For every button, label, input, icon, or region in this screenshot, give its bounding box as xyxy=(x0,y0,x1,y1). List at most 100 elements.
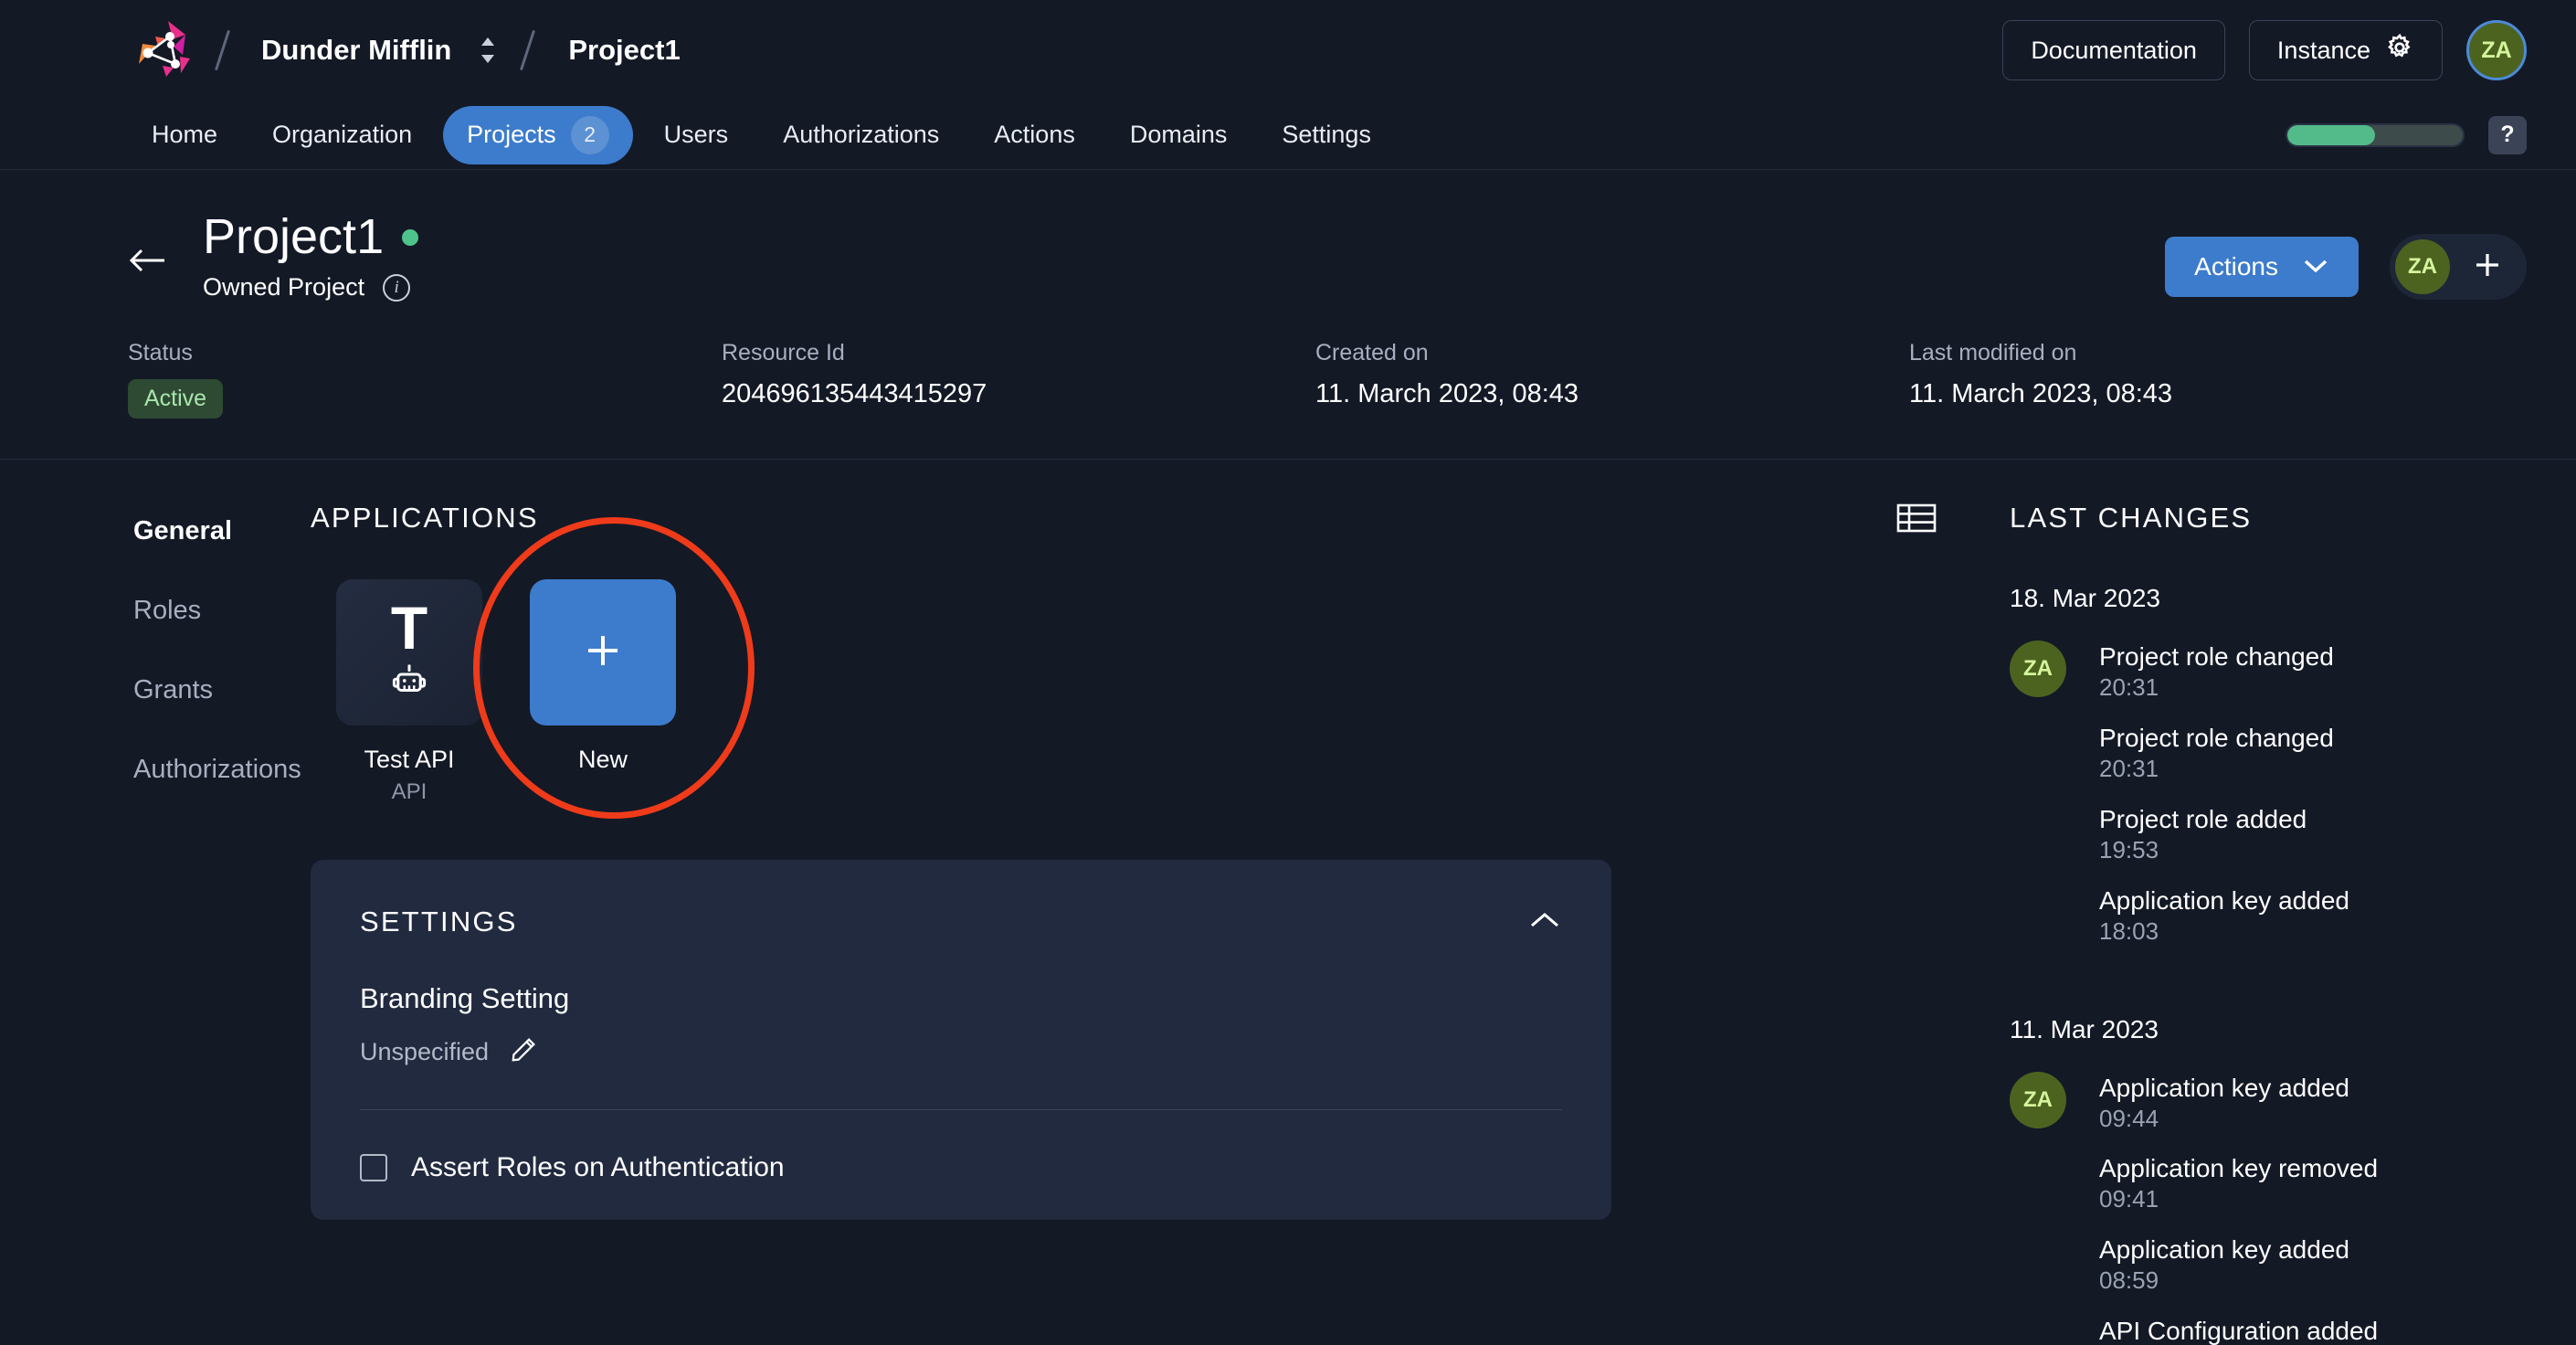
nav-item-home[interactable]: Home xyxy=(128,111,241,159)
change-author-avatar: ZA xyxy=(2010,641,2066,698)
change-group: 18. Mar 2023 ZA Project role changed 20:… xyxy=(2010,584,2539,965)
nav-label: Domains xyxy=(1129,121,1228,148)
nav-item-actions[interactable]: Actions xyxy=(970,111,1099,159)
breadcrumb-project-name[interactable]: Project1 xyxy=(568,34,680,67)
project-members[interactable]: ZA xyxy=(2390,234,2527,300)
instance-button[interactable]: Instance xyxy=(2248,20,2443,80)
last-changes-title: Last Changes xyxy=(2010,502,2253,535)
change-item[interactable]: Application key removed 09:41 xyxy=(2099,1152,2539,1215)
change-group-body: ZA Application key added 09:44 Applicati… xyxy=(2010,1071,2539,1345)
user-avatar[interactable]: ZA xyxy=(2466,20,2527,80)
project-header-top: Project1 Owned Project i Actions ZA xyxy=(128,209,2527,302)
nav-item-authorizations[interactable]: Authorizations xyxy=(759,111,963,159)
change-time: 19:53 xyxy=(2099,835,2159,863)
branding-setting-label: Branding Setting xyxy=(360,982,570,1015)
change-item[interactable]: Application key added 09:44 xyxy=(2099,1072,2539,1135)
nav-label: Actions xyxy=(994,121,1075,148)
change-time: 18:03 xyxy=(2099,916,2159,945)
sidebar-item-authorizations[interactable]: Authorizations xyxy=(133,755,311,785)
change-author-initials: ZA xyxy=(2023,656,2053,682)
chevron-down-icon xyxy=(2302,252,2329,281)
list-view-icon[interactable] xyxy=(1896,502,1937,539)
last-changes-panel: Last Changes 18. Mar 2023 ZA Project rol… xyxy=(1991,502,2576,1345)
actions-button[interactable]: Actions xyxy=(2165,237,2359,297)
meta-resource-id: Resource Id 204696135443415297 xyxy=(722,340,1315,418)
assert-roles-label: Assert Roles on Authentication xyxy=(411,1152,785,1183)
change-item[interactable]: API Configuration added 08:51 xyxy=(2099,1315,2539,1345)
main-column: Applications T xyxy=(311,502,1991,1345)
project-meta-row: Status Active Resource Id 20469613544341… xyxy=(128,340,2527,419)
project-subtitle-row: Owned Project i xyxy=(203,273,418,302)
assert-roles-row[interactable]: Assert Roles on Authentication xyxy=(360,1152,1562,1220)
nav-item-settings[interactable]: Settings xyxy=(1258,111,1395,159)
help-button[interactable]: ? xyxy=(2488,115,2527,154)
branding-setting-value: Unspecified xyxy=(360,1038,490,1066)
info-icon[interactable]: i xyxy=(383,273,411,302)
page-title: Project1 xyxy=(203,209,385,264)
meta-value: 204696135443415297 xyxy=(722,379,987,409)
change-action: Project role added xyxy=(2099,804,2307,833)
main-nav: Home Organization Projects 2 Users Autho… xyxy=(0,101,2576,170)
new-application-card[interactable]: New xyxy=(530,579,676,805)
top-bar: Dunder Mifflin Project1 Documentation In… xyxy=(0,0,2576,101)
change-time: 09:41 xyxy=(2099,1185,2159,1213)
application-initial: T xyxy=(390,594,428,662)
onboarding-progress-bar[interactable] xyxy=(2286,122,2465,147)
zitadel-console: Dunder Mifflin Project1 Documentation In… xyxy=(0,0,2576,1345)
settings-header[interactable]: Settings xyxy=(360,905,1562,938)
change-item[interactable]: Application key added 18:03 xyxy=(2099,884,2539,948)
instance-label: Instance xyxy=(2276,36,2370,64)
nav-label: Organization xyxy=(272,121,413,148)
gear-icon xyxy=(2385,33,2414,69)
nav-item-projects[interactable]: Projects 2 xyxy=(443,105,633,164)
assert-roles-checkbox[interactable] xyxy=(360,1154,387,1182)
change-item[interactable]: Project role changed 20:31 xyxy=(2099,641,2539,704)
change-item[interactable]: Project role changed 20:31 xyxy=(2099,722,2539,785)
nav-item-users[interactable]: Users xyxy=(640,111,753,159)
change-item[interactable]: Project role added 19:53 xyxy=(2099,803,2539,866)
status-badge: Active xyxy=(128,379,224,419)
new-application-tile xyxy=(530,579,676,726)
change-time: 20:31 xyxy=(2099,673,2159,702)
change-time: 08:59 xyxy=(2099,1266,2159,1295)
meta-label: Created on xyxy=(1315,340,1429,366)
nav-item-organization[interactable]: Organization xyxy=(248,111,436,159)
robot-icon xyxy=(390,662,428,704)
nav-item-domains[interactable]: Domains xyxy=(1106,111,1251,159)
new-application-label: New xyxy=(577,746,628,774)
zitadel-logo-icon[interactable] xyxy=(128,16,195,84)
application-card-test-api[interactable]: T Test API API xyxy=(336,579,482,805)
plus-icon[interactable] xyxy=(2472,249,2503,285)
meta-created-on: Created on 11. March 2023, 08:43 xyxy=(1315,340,1909,418)
application-tile: T xyxy=(336,579,482,726)
nav-right-tools: ? xyxy=(2286,115,2527,154)
meta-last-modified: Last modified on 11. March 2023, 08:43 xyxy=(1909,340,2172,418)
sidebar-item-grants[interactable]: Grants xyxy=(133,675,311,705)
applications-header: Applications xyxy=(311,502,1973,539)
chevron-up-icon[interactable] xyxy=(1527,909,1562,936)
change-author-initials: ZA xyxy=(2023,1086,2053,1112)
arrow-left-icon[interactable] xyxy=(128,245,166,281)
change-group: 11. Mar 2023 ZA Application key added 09… xyxy=(2010,1015,2539,1345)
pencil-icon[interactable] xyxy=(509,1035,538,1069)
sidebar-item-general[interactable]: General xyxy=(133,516,311,546)
change-group-body: ZA Project role changed 20:31 Project ro… xyxy=(2010,641,2539,965)
change-item-list: Application key added 09:44 Application … xyxy=(2099,1072,2539,1345)
nav-label: Home xyxy=(152,121,218,148)
application-name: Test API xyxy=(364,746,455,774)
sidebar-item-roles[interactable]: Roles xyxy=(133,596,311,626)
meta-label: Resource Id xyxy=(722,340,845,366)
breadcrumb-separator-2 xyxy=(515,27,539,73)
nav-label: Projects xyxy=(467,121,556,148)
help-icon: ? xyxy=(2500,122,2515,147)
project-title-row: Project1 xyxy=(203,209,419,264)
documentation-label: Documentation xyxy=(2031,36,2197,64)
change-time: 20:31 xyxy=(2099,755,2159,783)
change-item[interactable]: Application key added 08:59 xyxy=(2099,1234,2539,1297)
unfold-more-icon[interactable] xyxy=(475,33,501,68)
documentation-button[interactable]: Documentation xyxy=(2002,20,2225,80)
organization-name[interactable]: Dunder Mifflin xyxy=(261,34,451,67)
applications-grid: T Test API API New xyxy=(311,517,1973,820)
plus-icon xyxy=(581,629,625,677)
applications-title: Applications xyxy=(311,502,539,535)
